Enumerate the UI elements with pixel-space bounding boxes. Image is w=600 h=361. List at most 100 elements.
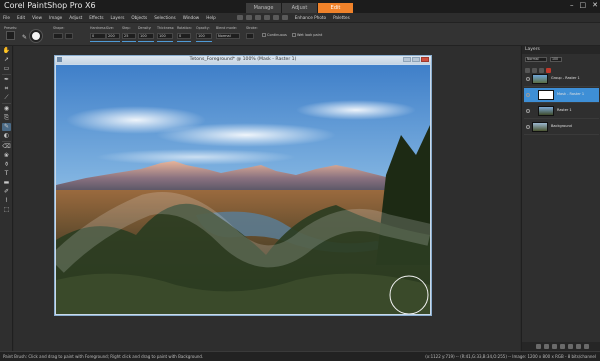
landscape-photo <box>56 65 430 314</box>
wet-look-checkbox-box[interactable] <box>292 33 296 37</box>
layers-toolbar: Normal 100 <box>522 54 600 73</box>
crop-tool-icon[interactable]: ⌗ <box>2 85 11 93</box>
menu-objects[interactable]: Objects <box>131 15 147 20</box>
menu-adjust[interactable]: Adjust <box>69 15 82 20</box>
layer-row-mask[interactable]: Mask - Raster 1 <box>524 88 599 103</box>
enhance-icon[interactable] <box>281 15 288 20</box>
menu-file[interactable]: File <box>3 15 10 20</box>
selection-tool-icon[interactable]: ▭ <box>2 65 11 73</box>
text-tool-icon[interactable]: T <box>2 170 11 178</box>
pan-tool-icon[interactable]: ✋ <box>2 47 11 55</box>
stroke-button[interactable] <box>246 33 254 39</box>
dodge-tool-icon[interactable]: ◐ <box>2 132 11 140</box>
continuous-checkbox[interactable]: Continuous <box>262 33 287 37</box>
duplicate-layer-icon[interactable] <box>568 344 573 349</box>
brush-preset-icon[interactable]: ✎ <box>22 34 27 41</box>
image-window[interactable]: Tetons_Foreground* @ 100% (Mask - Raster… <box>54 55 432 316</box>
step-field[interactable]: 25 <box>122 33 136 39</box>
rectangle-tool-icon[interactable]: ▬ <box>2 179 11 187</box>
red-eye-tool-icon[interactable]: ◉ <box>2 105 11 113</box>
wet-look-checkbox[interactable]: Wet look paint <box>292 33 322 37</box>
image-window-title: Tetons_Foreground* @ 100% (Mask - Raster… <box>189 57 297 62</box>
layer-opacity-field[interactable]: 100 <box>550 57 562 62</box>
cloud <box>296 100 416 120</box>
blend-mode-select[interactable]: Normal <box>216 33 240 39</box>
shape-square-button[interactable] <box>65 33 73 39</box>
undo-icon[interactable] <box>263 15 270 20</box>
tab-manage[interactable]: Manage <box>246 3 282 13</box>
density-slider[interactable] <box>138 41 154 42</box>
image-maximize-button[interactable] <box>412 57 420 62</box>
warp-brush-tool-icon[interactable]: ⌇ <box>2 197 11 205</box>
density-field[interactable]: 100 <box>138 33 154 39</box>
picture-tube-tool-icon[interactable]: ❀ <box>2 152 11 160</box>
visibility-eye-icon[interactable] <box>526 125 530 129</box>
maximize-button[interactable]: □ <box>580 1 587 9</box>
layers-footer <box>522 342 600 351</box>
pick-tool-icon[interactable]: ➚ <box>2 56 11 64</box>
tab-adjust[interactable]: Adjust <box>282 3 318 13</box>
eraser-tool-icon[interactable]: ⌫ <box>2 143 11 151</box>
visibility-eye-icon[interactable] <box>526 77 530 81</box>
visibility-eye-icon[interactable] <box>526 93 530 97</box>
menu-layers[interactable]: Layers <box>111 15 125 20</box>
layers-header: Layers <box>522 46 600 54</box>
adjustment-layer-icon[interactable] <box>560 344 565 349</box>
layer-properties-icon[interactable] <box>584 344 589 349</box>
tab-edit[interactable]: Edit <box>318 3 354 13</box>
redo-icon[interactable] <box>272 15 279 20</box>
visibility-eye-icon[interactable] <box>526 109 530 113</box>
straighten-tool-icon[interactable]: ⟋ <box>2 94 11 102</box>
pen-tool-icon[interactable]: ✐ <box>2 188 11 196</box>
layer-row-raster[interactable]: Raster 1 <box>524 104 599 119</box>
presets-dropdown[interactable] <box>6 31 15 40</box>
menu-window[interactable]: Window <box>183 15 200 20</box>
eyedropper-tool-icon[interactable]: ✒ <box>2 76 11 84</box>
delete-layer-icon[interactable] <box>576 344 581 349</box>
save-icon[interactable] <box>254 15 261 20</box>
rotation-slider[interactable] <box>177 41 191 42</box>
hardness-slider[interactable] <box>90 41 106 42</box>
thickness-field[interactable]: 100 <box>157 33 173 39</box>
paint-brush-tool-icon[interactable]: ✎ <box>2 123 11 131</box>
rotation-field[interactable]: 0 <box>177 33 191 39</box>
hardness-field[interactable]: 0 <box>90 33 106 39</box>
step-slider[interactable] <box>122 41 136 42</box>
new-layer-icon[interactable] <box>536 344 541 349</box>
menu-help[interactable]: Help <box>206 15 216 20</box>
opacity-field[interactable]: 100 <box>196 33 212 39</box>
layer-blend-select[interactable]: Normal <box>525 57 547 62</box>
menu-selections[interactable]: Selections <box>154 15 175 20</box>
image-canvas[interactable] <box>56 65 430 314</box>
shape-round-button[interactable] <box>53 33 63 39</box>
open-icon[interactable] <box>245 15 252 20</box>
stroke-label: Stroke: <box>246 26 258 30</box>
new-group-icon[interactable] <box>544 344 549 349</box>
new-mask-icon[interactable] <box>552 344 557 349</box>
close-button[interactable]: ✕ <box>592 1 598 9</box>
menu-effects[interactable]: Effects <box>89 15 103 20</box>
layer-thumbnail <box>538 106 554 116</box>
clone-brush-tool-icon[interactable]: ⎘ <box>2 114 11 122</box>
layer-row-group[interactable]: Group - Raster 1 <box>524 72 599 87</box>
size-field[interactable]: 200 <box>106 33 120 39</box>
image-close-button[interactable] <box>421 57 429 62</box>
minimize-button[interactable]: – <box>570 1 574 9</box>
flood-fill-tool-icon[interactable]: ⚱ <box>2 161 11 169</box>
enhance-photo-menu[interactable]: Enhance Photo <box>295 15 326 20</box>
size-slider[interactable] <box>106 41 120 42</box>
thickness-slider[interactable] <box>157 41 173 42</box>
opacity-slider[interactable] <box>196 41 212 42</box>
palettes-menu[interactable]: Palettes <box>333 15 350 20</box>
layer-row-background[interactable]: Background <box>524 120 599 135</box>
image-minimize-button[interactable] <box>403 57 411 62</box>
continuous-checkbox-box[interactable] <box>262 33 266 37</box>
menu-image[interactable]: Image <box>49 15 62 20</box>
menu-view[interactable]: View <box>32 15 42 20</box>
menu-edit[interactable]: Edit <box>17 15 25 20</box>
image-window-titlebar[interactable]: Tetons_Foreground* @ 100% (Mask - Raster… <box>55 56 431 64</box>
new-icon[interactable] <box>236 15 243 20</box>
color-replacer-tool-icon[interactable]: ⬚ <box>2 206 11 214</box>
app-title: Corel PaintShop Pro X6 <box>4 1 96 10</box>
workspace: Tetons_Foreground* @ 100% (Mask - Raster… <box>14 46 520 351</box>
